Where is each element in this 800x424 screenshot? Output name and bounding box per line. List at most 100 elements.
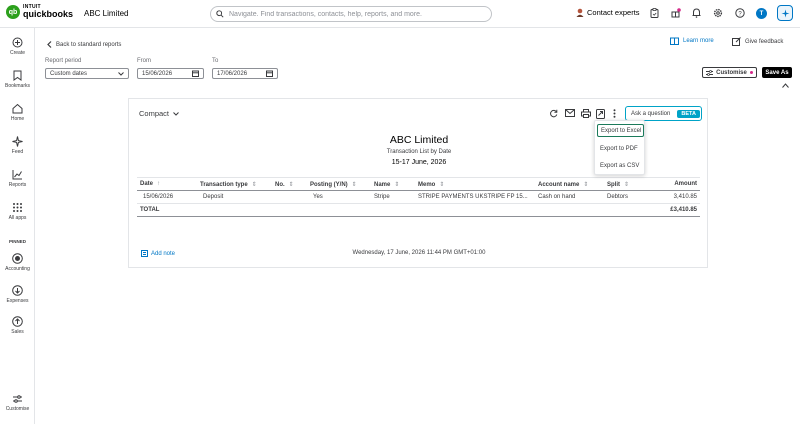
calendar-icon <box>192 70 199 77</box>
column-header-name[interactable]: Name ⇕ <box>371 177 415 191</box>
cell-memo: STRIPE PAYMENTS UKSTRIPE FP 15... <box>415 190 535 204</box>
search-icon <box>216 10 224 18</box>
sidebar-label: Accounting <box>5 266 30 272</box>
column-header-account-name[interactable]: Account name ⇕ <box>535 177 604 191</box>
sort-icon: ⇕ <box>439 181 445 188</box>
give-feedback-label: Give feedback <box>745 38 784 45</box>
column-header-split[interactable]: Split ⇕ <box>604 177 654 191</box>
sliders-icon <box>706 69 714 76</box>
cell-no <box>272 190 307 204</box>
ai-assistant-icon <box>781 9 789 17</box>
cell-name[interactable]: Stripe <box>371 190 415 204</box>
sort-icon: ⇕ <box>394 181 400 188</box>
calendar-icon <box>266 70 273 77</box>
bookmark-icon <box>13 70 22 81</box>
help-icon[interactable]: ? <box>735 8 745 18</box>
sidebar-item-bookmarks[interactable]: Bookmarks <box>0 70 35 89</box>
export-to-excel-item[interactable]: Export to Excel <box>597 124 644 137</box>
report-table: Date ↑ Transaction type ⇕ No. ⇕ Posting (Y/… <box>137 177 700 217</box>
email-icon[interactable] <box>565 109 575 117</box>
export-as-csv-item[interactable]: Export as CSV <box>597 159 644 172</box>
column-header-amount[interactable]: Amount <box>654 177 700 191</box>
learn-more-label: Learn more <box>683 38 714 44</box>
sidebar-label: Sales <box>11 329 24 335</box>
cell-split: Debtors <box>604 190 654 204</box>
report-period-label: Report period <box>45 58 82 64</box>
total-amount[interactable]: £3,410.85 <box>654 203 700 217</box>
sort-icon: ⇕ <box>624 181 630 188</box>
refresh-icon[interactable] <box>549 109 558 118</box>
bell-icon[interactable] <box>692 8 701 18</box>
back-to-reports-link[interactable]: Back to standard reports <box>47 41 121 48</box>
search-input[interactable] <box>229 10 479 18</box>
sidebar-label: Feed <box>11 149 24 155</box>
cell-date[interactable]: 15/06/2026 <box>137 190 197 204</box>
search-bar[interactable] <box>210 6 492 22</box>
column-header-transaction-type[interactable]: Transaction type ⇕ <box>197 177 272 191</box>
chevron-up-icon[interactable] <box>782 83 789 88</box>
table-row[interactable]: 15/06/2026 Deposit Yes Stripe STRIPE PAY… <box>137 190 700 204</box>
table-header-row: Date ↑ Transaction type ⇕ No. ⇕ Posting (Y/… <box>137 177 700 191</box>
ask-a-question-button[interactable]: Ask a question BETA <box>625 106 702 121</box>
export-menu: Export to Excel Export to PDF Export as … <box>594 120 645 175</box>
from-date-value: 15/06/2026 <box>142 70 173 77</box>
pinned-heading: PINNED <box>8 239 26 244</box>
sidebar-label: Bookmarks <box>4 83 30 89</box>
cell-account-name: Cash on hand <box>535 190 604 204</box>
accounting-icon <box>12 253 23 264</box>
add-note-label: Add note <box>151 250 176 257</box>
sidebar-item-expenses[interactable]: Expenses <box>0 285 35 304</box>
top-bar: qb INTUIT quickbooks ABC Limited Contact… <box>0 0 800 28</box>
report-period-value: Custom dates <box>50 70 88 77</box>
sidebar-item-feed[interactable]: Feed <box>0 136 35 155</box>
column-header-posting[interactable]: Posting (Y/N) ⇕ <box>307 177 371 191</box>
sidebar-item-customise[interactable]: Customise <box>0 394 35 412</box>
column-header-no[interactable]: No. ⇕ <box>272 177 307 191</box>
save-as-button[interactable]: Save As <box>762 67 792 78</box>
column-header-memo[interactable]: Memo ⇕ <box>415 177 535 191</box>
contact-experts-button[interactable]: Contact experts <box>576 8 640 17</box>
sales-icon <box>12 316 23 327</box>
export-icon[interactable] <box>596 109 605 119</box>
sidebar-item-create[interactable]: Create <box>0 37 35 56</box>
plus-circle-icon <box>12 37 23 48</box>
cell-transaction-type[interactable]: Deposit <box>197 190 272 204</box>
to-date-input[interactable]: 17/06/2026 <box>212 68 278 79</box>
gift-icon[interactable] <box>671 8 681 18</box>
company-name[interactable]: ABC Limited <box>84 9 128 18</box>
home-icon <box>12 103 23 114</box>
from-date-input[interactable]: 15/06/2026 <box>137 68 204 79</box>
clipboard-icon[interactable] <box>650 8 659 18</box>
qb-logo-icon: qb <box>6 5 20 19</box>
sidebar-item-all-apps[interactable]: All apps <box>0 202 35 221</box>
settings-gear-icon[interactable] <box>713 8 723 18</box>
add-note-button[interactable]: Add note <box>141 250 175 257</box>
chevron-down-icon <box>118 71 124 76</box>
sidebar-item-accounting[interactable]: Accounting <box>0 253 35 272</box>
sidebar-item-reports[interactable]: Reports <box>0 169 35 188</box>
column-header-date[interactable]: Date ↑ <box>137 177 197 191</box>
learn-more-link[interactable]: Learn more <box>670 37 714 45</box>
view-mode-select[interactable]: Compact <box>139 109 179 118</box>
quickbooks-logo[interactable]: qb INTUIT quickbooks <box>6 5 73 19</box>
sort-ascending-icon: ↑ <box>157 181 161 187</box>
cell-amount[interactable]: 3,410.85 <box>654 190 700 204</box>
from-label: From <box>137 58 151 64</box>
user-avatar[interactable]: T <box>756 8 767 19</box>
customise-button[interactable]: Customise <box>702 67 757 78</box>
sidebar-item-home[interactable]: Home <box>0 103 35 122</box>
cell-posting: Yes <box>307 190 371 204</box>
assistant-button[interactable] <box>777 5 793 21</box>
sliders-icon <box>13 395 22 403</box>
grid-icon <box>13 203 22 212</box>
to-label: To <box>212 58 219 64</box>
more-options-icon[interactable] <box>613 109 616 118</box>
sidebar-item-sales[interactable]: Sales <box>0 316 35 335</box>
report-period-select[interactable]: Custom dates <box>45 68 129 79</box>
print-icon[interactable] <box>581 109 591 118</box>
give-feedback-link[interactable]: Give feedback <box>732 37 783 46</box>
expert-avatar-icon <box>576 8 584 17</box>
export-to-pdf-item[interactable]: Export to PDF <box>597 142 644 155</box>
sort-icon: ⇕ <box>583 181 589 188</box>
sparkle-icon <box>12 136 23 147</box>
